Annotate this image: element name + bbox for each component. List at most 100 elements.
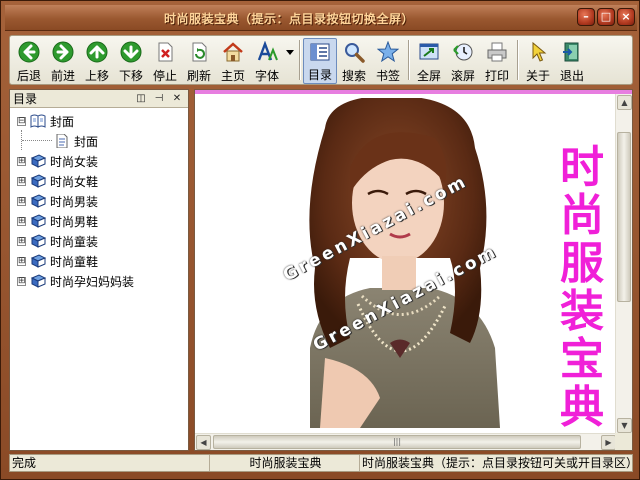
scroll-right-button[interactable]: ▶ xyxy=(601,435,616,450)
refresh-icon xyxy=(187,40,211,64)
fullscreen-button[interactable]: 全屏 xyxy=(412,38,446,84)
tree-expand-toggle[interactable]: ⊞ xyxy=(17,176,26,186)
panel-close-icon[interactable]: ✕ xyxy=(170,92,184,106)
tree-item-men-clothing[interactable]: ⊞ 时尚男装 xyxy=(10,191,188,211)
tree-item-kids-clothing[interactable]: ⊞ 时尚童装 xyxy=(10,231,188,251)
window-title: 时尚服装宝典（提示：点目录按钮切换全屏） xyxy=(163,12,414,26)
status-text: 完成 xyxy=(10,455,210,471)
tree-expand-toggle[interactable]: ⊞ xyxy=(17,156,26,166)
tree-collapse-toggle[interactable]: ⊟ xyxy=(17,116,26,126)
cover-photo: GreenXiazai.com GreenXiazai.com xyxy=(250,98,550,433)
home-label: 主页 xyxy=(220,69,245,83)
refresh-label: 刷新 xyxy=(186,69,211,83)
tree-expand-toggle[interactable]: ⊞ xyxy=(17,236,26,246)
move-down-label: 下移 xyxy=(118,69,143,83)
tree-item-kids-shoes[interactable]: ⊞ 时尚童鞋 xyxy=(10,251,188,271)
closed-book-icon xyxy=(30,174,46,188)
status-doc-title: 时尚服装宝典 xyxy=(210,455,360,471)
toolbar-separator xyxy=(517,40,518,80)
up-arrow-icon xyxy=(85,40,109,64)
vertical-scroll-thumb[interactable] xyxy=(617,132,631,302)
contents-panel-header: 目录 ◫ ⊣ ✕ xyxy=(10,90,188,108)
bookmark-button[interactable]: 书签 xyxy=(371,38,405,84)
stop-icon xyxy=(153,40,177,64)
tree-item-women-shoes[interactable]: ⊞ 时尚女鞋 xyxy=(10,171,188,191)
tree-item-label: 时尚童装 xyxy=(50,234,99,249)
bookmark-star-icon xyxy=(376,40,400,64)
title-char: 尚 xyxy=(560,190,604,241)
move-up-label: 上移 xyxy=(84,69,109,83)
horizontal-scroll-thumb[interactable]: ||| xyxy=(213,435,581,449)
contents-panel-title: 目录 xyxy=(13,92,38,106)
forward-button[interactable]: 前进 xyxy=(46,38,80,84)
tree-item-maternity[interactable]: ⊞ 时尚孕妇妈妈装 xyxy=(10,271,188,291)
about-pointer-icon xyxy=(526,40,550,64)
title-char: 装 xyxy=(560,286,604,337)
panel-pin-icon[interactable]: ⊣ xyxy=(152,92,166,106)
tree-item-label: 封面 xyxy=(74,134,99,149)
tree-expand-toggle[interactable]: ⊞ xyxy=(17,216,26,226)
print-label: 打印 xyxy=(484,69,509,83)
scroll-up-button[interactable]: ▲ xyxy=(617,95,632,110)
tree-item-men-shoes[interactable]: ⊞ 时尚男鞋 xyxy=(10,211,188,231)
close-button[interactable]: × xyxy=(617,8,635,26)
contents-icon xyxy=(308,41,332,63)
font-button[interactable]: 字体 xyxy=(250,38,284,84)
maximize-button[interactable]: □ xyxy=(597,8,615,26)
forward-arrow-icon xyxy=(51,40,75,64)
horizontal-scrollbar[interactable]: ◀ ||| ▶ xyxy=(195,433,617,450)
autoscroll-label: 滚屏 xyxy=(450,69,475,83)
chevron-down-icon xyxy=(286,50,294,55)
open-book-icon xyxy=(30,114,46,128)
contents-label: 目录 xyxy=(307,68,332,82)
closed-book-icon xyxy=(30,214,46,228)
about-button[interactable]: 关于 xyxy=(521,38,555,84)
toolbar-separator xyxy=(408,40,409,80)
about-label: 关于 xyxy=(525,69,550,83)
search-button[interactable]: 搜索 xyxy=(337,38,371,84)
content-viewer[interactable]: GreenXiazai.com GreenXiazai.com 时 尚 服 装 … xyxy=(194,89,633,451)
stop-button[interactable]: 停止 xyxy=(148,38,182,84)
move-up-button[interactable]: 上移 xyxy=(80,38,114,84)
bookmark-label: 书签 xyxy=(375,69,400,83)
autoscroll-button[interactable]: 滚屏 xyxy=(446,38,480,84)
fullscreen-label: 全屏 xyxy=(416,69,441,83)
tree-expand-toggle[interactable]: ⊞ xyxy=(17,256,26,266)
refresh-button[interactable]: 刷新 xyxy=(182,38,216,84)
contents-button[interactable]: 目录 xyxy=(303,38,337,84)
exit-label: 退出 xyxy=(559,69,584,83)
tree-item-label: 时尚女装 xyxy=(50,154,99,169)
fullscreen-icon xyxy=(417,40,441,64)
home-button[interactable]: 主页 xyxy=(216,38,250,84)
search-label: 搜索 xyxy=(341,69,366,83)
tree-item-cover-root[interactable]: ⊟ 封面 xyxy=(10,111,188,131)
vertical-scrollbar[interactable]: ▲ ▼ xyxy=(615,94,632,434)
move-down-button[interactable]: 下移 xyxy=(114,38,148,84)
print-button[interactable]: 打印 xyxy=(480,38,514,84)
closed-book-icon xyxy=(30,254,46,268)
title-bar[interactable]: 时尚服装宝典（提示：点目录按钮切换全屏） – □ × xyxy=(5,5,637,31)
tree-item-label: 时尚孕妇妈妈装 xyxy=(50,274,135,289)
exit-icon xyxy=(560,40,584,64)
tree-expand-toggle[interactable]: ⊞ xyxy=(17,196,26,206)
print-icon xyxy=(485,40,509,64)
scrollbar-corner xyxy=(615,433,632,450)
down-arrow-icon xyxy=(119,40,143,64)
title-char: 宝 xyxy=(560,334,604,385)
exit-button[interactable]: 退出 xyxy=(555,38,589,84)
tree-item-cover-page[interactable]: 封面 xyxy=(10,131,188,151)
toolbar-separator xyxy=(299,40,300,80)
minimize-button[interactable]: – xyxy=(577,8,595,26)
tree-item-women-clothing[interactable]: ⊞ 时尚女装 xyxy=(10,151,188,171)
autoscroll-icon xyxy=(451,40,475,64)
contents-panel: 目录 ◫ ⊣ ✕ ⊟ 封面 封面 ⊞ 时尚女装 ⊞ 时尚女鞋 ⊞ 时尚男装 ⊞ … xyxy=(9,89,189,451)
cover-vertical-title: 时 尚 服 装 宝 典 xyxy=(556,144,608,432)
tree-expand-toggle[interactable]: ⊞ xyxy=(17,276,26,286)
panel-dock-icon[interactable]: ◫ xyxy=(134,92,148,106)
scroll-down-button[interactable]: ▼ xyxy=(617,418,632,433)
scroll-left-button[interactable]: ◀ xyxy=(196,435,211,450)
back-button[interactable]: 后退 xyxy=(12,38,46,84)
tree-item-label: 时尚童鞋 xyxy=(50,254,99,269)
font-dropdown-arrow[interactable] xyxy=(284,38,296,84)
contents-tree: ⊟ 封面 封面 ⊞ 时尚女装 ⊞ 时尚女鞋 ⊞ 时尚男装 ⊞ 时尚男鞋 ⊞ 时尚… xyxy=(10,108,188,291)
